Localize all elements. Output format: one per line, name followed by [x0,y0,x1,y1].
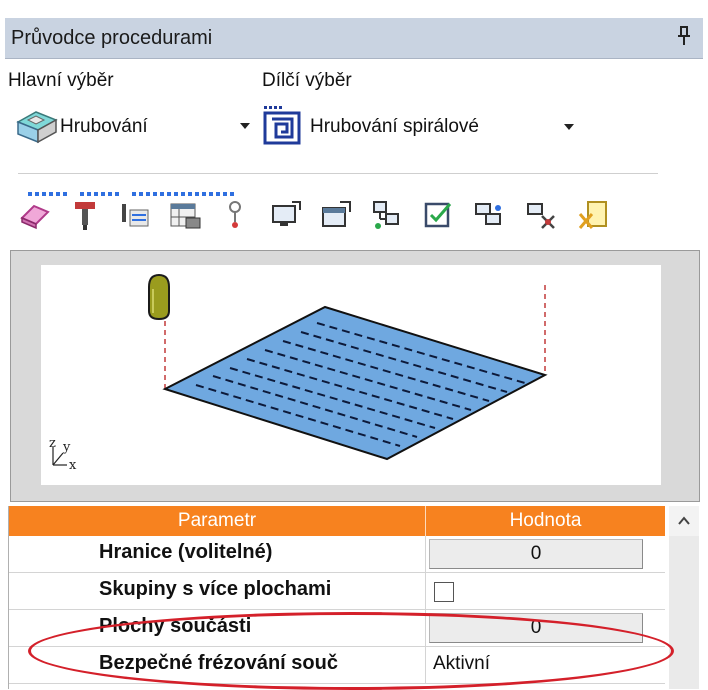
monitor-export-icon [272,201,301,226]
clear-icon [578,201,607,229]
clear-button[interactable] [576,198,610,232]
milling-tool [148,273,170,321]
sub-selection-combo[interactable]: Hrubování spirálové [262,104,582,145]
table-row[interactable]: Plochy součásti 0 [9,610,665,647]
scroll-up-button[interactable] [669,506,699,536]
procedure-preview: z y x [10,250,700,502]
axis-z-label: z [49,436,56,451]
parameter-table: Parametr Hodnota Hranice (volitelné) 0 S… [8,506,701,689]
sub-chevron-down-icon[interactable] [564,124,574,130]
eraser-button[interactable] [18,198,52,232]
row-name: Hranice (volitelné) [99,541,273,563]
window-export-button[interactable] [320,198,354,232]
pin-icon[interactable] [675,24,693,48]
tool-button[interactable] [68,198,102,232]
panel-titlebar: Průvodce procedurami [5,18,703,59]
probe-icon [229,201,241,228]
chevron-up-icon [678,516,690,525]
monitor-export-button[interactable] [270,198,304,232]
panel-title: Průvodce procedurami [11,27,213,49]
row-name: Plochy součásti [99,615,252,637]
preview-canvas: z y x [41,265,661,485]
surface-plane [162,305,548,461]
network-icon [373,201,399,229]
process-button[interactable] [472,198,506,232]
main-selection-combo[interactable]: Hrubování [14,108,254,146]
window-export-icon [322,201,351,227]
main-chevron-down-icon[interactable] [240,123,250,129]
settings-icon [527,203,555,229]
probe-button[interactable] [218,198,252,232]
step-progress-dots [28,192,234,196]
axis-x-label: x [69,458,77,473]
header-parameter: Parametr [177,510,257,531]
axis-y-label: y [62,440,71,455]
tool-list-icon [122,204,149,227]
table-row[interactable]: Hranice (volitelné) 0 [9,536,665,573]
table-grid-icon [170,203,201,229]
spiral-roughing-illustration: z y x [49,273,548,473]
roughing-block-icon [16,111,58,144]
sub-selection-value: Hrubování spirálové [310,116,479,137]
part-surfaces-value-button[interactable]: 0 [429,613,643,643]
settings-button[interactable] [524,198,558,232]
spiral-roughing-icon [263,106,301,145]
row-name: Skupiny s více plochami [99,578,332,600]
safe-milling-value[interactable]: Aktivní [433,653,490,675]
network-button[interactable] [370,198,404,232]
table-scrollbar[interactable] [669,506,699,689]
process-icon [475,203,501,225]
procedure-wizard-panel: Průvodce procedurami Hlavní výběr Dílčí … [0,0,708,690]
table-header: Parametr Hodnota [9,506,665,536]
table-row[interactable]: Skupiny s více plochami [9,573,665,610]
tool-list-button[interactable] [118,198,152,232]
row-name: Bezpečné frézování souč [99,652,338,674]
checklist-icon [424,202,452,228]
header-value: Hodnota [509,510,582,531]
main-selection-value: Hrubování [60,116,148,137]
boundary-value-button[interactable]: 0 [429,539,643,569]
procedure-toolbar [14,182,674,238]
sub-selection-label: Dílčí výběr [262,70,352,91]
main-selection-label: Hlavní výběr [8,70,114,91]
eraser-icon [20,204,50,230]
tool-icon [75,202,95,230]
table-row[interactable]: Bezpečné frézování souč Aktivní [9,647,665,684]
divider [18,173,658,174]
multi-surface-groups-checkbox[interactable] [434,582,454,602]
table-grid-button[interactable] [168,198,202,232]
checklist-button[interactable] [422,198,456,232]
